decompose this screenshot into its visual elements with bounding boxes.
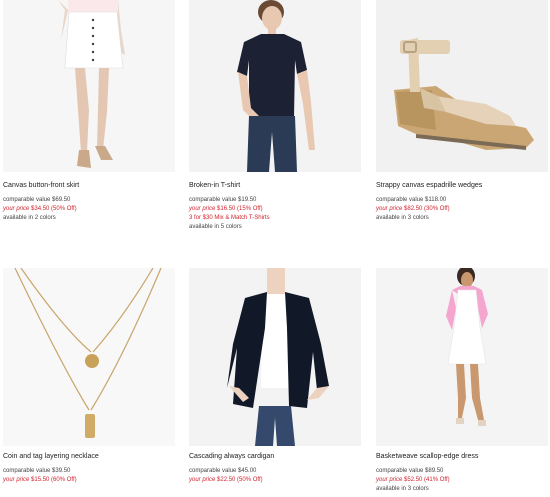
product-name[interactable]: Strappy canvas espadrille wedges (376, 181, 548, 190)
price-label: your price (376, 477, 403, 483)
price-label: your price (189, 206, 216, 212)
available-colors[interactable]: available in 3 colors (376, 485, 548, 494)
sale-price: your price $22.50 (50% Off) (189, 476, 361, 485)
discount: (30% Off) (424, 206, 450, 212)
price-label: your price (3, 477, 30, 483)
product-name[interactable]: Broken-in T-shirt (189, 181, 361, 190)
product-image[interactable] (3, 0, 175, 172)
discount: (60% Off) (51, 477, 77, 483)
sale-price: your price $34.50 (50% Off) (3, 205, 175, 214)
available-colors[interactable]: available in 5 colors (189, 223, 361, 232)
price-value: $34.50 (31, 206, 50, 212)
price-label: your price (3, 206, 30, 212)
price-value: $16.50 (217, 206, 236, 212)
sale-price: your price $82.50 (30% Off) (376, 205, 548, 214)
price-label: your price (376, 206, 403, 212)
promo-text[interactable]: 3 for $30 Mix & Match T-Shirts (189, 214, 361, 223)
product-image[interactable] (376, 268, 548, 446)
discount: (15% Off) (237, 206, 263, 212)
comparable-value: comparable value $118.00 (376, 197, 447, 203)
comparable-value: comparable value $45.00 (189, 468, 257, 474)
price-value: $15.50 (31, 477, 50, 483)
price-label: your price (189, 477, 216, 483)
product-name[interactable]: Canvas button-front skirt (3, 181, 175, 190)
product-image[interactable] (3, 268, 175, 446)
product-image[interactable] (189, 0, 361, 172)
price-value: $52.50 (404, 477, 423, 483)
discount: (50% Off) (237, 477, 263, 483)
sale-price: your price $16.50 (15% Off) (189, 205, 361, 214)
price-value: $22.50 (217, 477, 236, 483)
comparable-value: comparable value $39.50 (3, 468, 71, 474)
product-image[interactable] (376, 0, 548, 172)
price-value: $82.50 (404, 206, 423, 212)
discount: (41% Off) (424, 477, 450, 483)
comparable-value: comparable value $89.50 (376, 468, 444, 474)
comparable-value: comparable value $19.50 (189, 197, 257, 203)
available-colors[interactable]: available in 2 colors (3, 214, 175, 223)
product-image[interactable] (189, 268, 361, 446)
sale-price: your price $52.50 (41% Off) (376, 476, 548, 485)
product-name[interactable]: Coin and tag layering necklace (3, 452, 175, 461)
product-name[interactable]: Cascading always cardigan (189, 452, 361, 461)
discount: (50% Off) (51, 206, 77, 212)
sale-price: your price $15.50 (60% Off) (3, 476, 175, 485)
available-colors[interactable]: available in 3 colors (376, 214, 548, 223)
comparable-value: comparable value $69.50 (3, 197, 71, 203)
product-name[interactable]: Basketweave scallop-edge dress (376, 452, 548, 461)
